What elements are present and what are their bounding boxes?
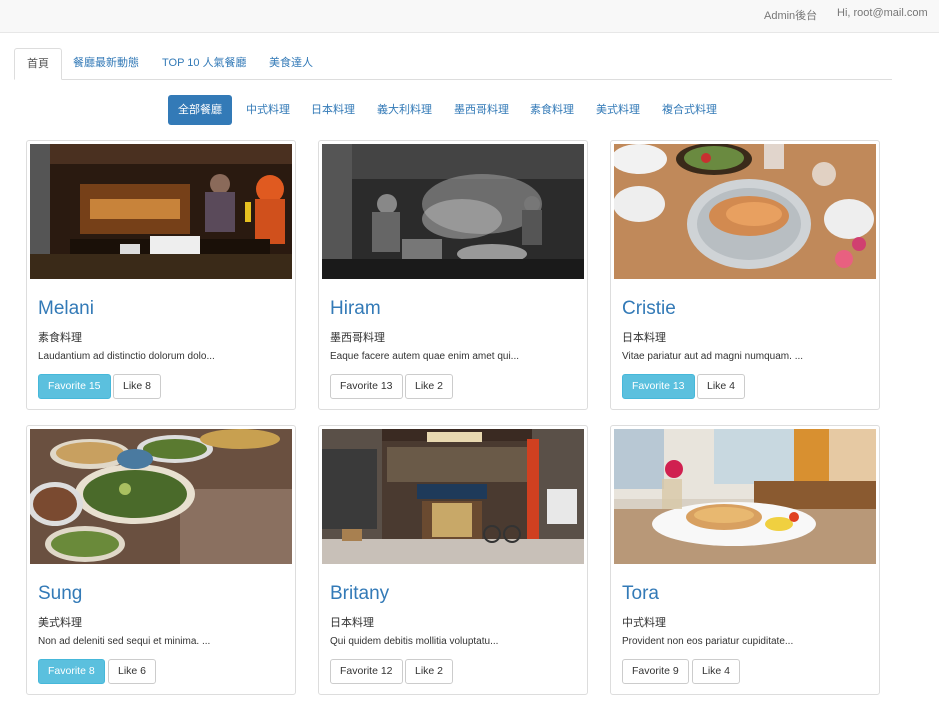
restaurant-description: Non ad deleniti sed sequi et minima. ... [38, 636, 211, 647]
restaurant-name[interactable]: Britany [330, 583, 389, 605]
tab-users[interactable]: 美食達人 [257, 48, 325, 80]
restaurant-category: 墨西哥料理 [330, 332, 385, 344]
restaurant-photo[interactable] [614, 429, 876, 564]
category-pill-italian[interactable]: 義大利料理 [367, 95, 442, 125]
restaurant-category: 中式料理 [622, 617, 666, 629]
category-pill-mexican[interactable]: 墨西哥料理 [444, 95, 519, 125]
favorite-button[interactable]: Favorite 8 [38, 659, 105, 684]
restaurant-name[interactable]: Hiram [330, 298, 381, 320]
category-pill-all[interactable]: 全部餐廳 [168, 95, 232, 125]
tab-top10[interactable]: TOP 10 人氣餐廳 [150, 48, 259, 80]
restaurant-category: 日本料理 [622, 332, 666, 344]
like-button[interactable]: Like 4 [697, 374, 746, 399]
favorite-button[interactable]: Favorite 13 [622, 374, 695, 399]
restaurant-card: Melani 素食料理 Laudantium ad distinctio dol… [26, 140, 296, 410]
restaurant-category: 日本料理 [330, 617, 374, 629]
top-navbar: Admin後台 Hi, root@mail.com [0, 0, 939, 33]
favorite-button[interactable]: Favorite 9 [622, 659, 689, 684]
user-greeting-link[interactable]: Hi, root@mail.com [837, 7, 928, 19]
restaurant-name[interactable]: Tora [622, 583, 659, 605]
restaurant-category: 素食料理 [38, 332, 82, 344]
restaurant-photo[interactable] [30, 144, 292, 279]
restaurant-name[interactable]: Melani [38, 298, 94, 320]
favorite-button[interactable]: Favorite 12 [330, 659, 403, 684]
restaurant-description: Vitae pariatur aut ad magni numquam. ... [622, 351, 804, 362]
tab-feeds[interactable]: 餐廳最新動態 [61, 48, 151, 80]
restaurant-photo[interactable] [322, 429, 584, 564]
like-button[interactable]: Like 6 [108, 659, 157, 684]
restaurant-name[interactable]: Cristie [622, 298, 676, 320]
like-button[interactable]: Like 2 [405, 374, 454, 399]
category-pill-fusion[interactable]: 複合式料理 [652, 95, 727, 125]
restaurant-photo[interactable] [322, 144, 584, 279]
restaurant-description: Laudantium ad distinctio dolorum dolo... [38, 351, 215, 362]
favorite-button[interactable]: Favorite 15 [38, 374, 111, 399]
category-pill-american[interactable]: 美式料理 [586, 95, 650, 125]
restaurant-photo[interactable] [30, 429, 292, 564]
restaurant-category: 美式料理 [38, 617, 82, 629]
admin-link[interactable]: Admin後台 [764, 7, 817, 23]
category-pill-japanese[interactable]: 日本料理 [301, 95, 365, 125]
restaurant-card: Cristie 日本料理 Vitae pariatur aut ad magni… [610, 140, 880, 410]
favorite-button[interactable]: Favorite 13 [330, 374, 403, 399]
like-button[interactable]: Like 4 [692, 659, 741, 684]
like-button[interactable]: Like 2 [405, 659, 454, 684]
restaurant-photo[interactable] [614, 144, 876, 279]
restaurant-description: Provident non eos pariatur cupiditate... [622, 636, 794, 647]
restaurant-description: Qui quidem debitis mollitia voluptatu... [330, 636, 499, 647]
restaurant-name[interactable]: Sung [38, 583, 82, 605]
tab-home[interactable]: 首頁 [14, 48, 62, 80]
restaurant-description: Eaque facere autem quae enim amet qui... [330, 351, 520, 362]
category-pill-vegetarian[interactable]: 素食料理 [520, 95, 584, 125]
main-tabs: 首頁 餐廳最新動態 TOP 10 人氣餐廳 美食達人 [14, 48, 892, 80]
restaurant-card: Hiram 墨西哥料理 Eaque facere autem quae enim… [318, 140, 588, 410]
restaurant-card: Britany 日本料理 Qui quidem debitis mollitia… [318, 425, 588, 695]
restaurant-card: Sung 美式料理 Non ad deleniti sed sequi et m… [26, 425, 296, 695]
category-pill-chinese[interactable]: 中式料理 [236, 95, 300, 125]
restaurant-card: Tora 中式料理 Provident non eos pariatur cup… [610, 425, 880, 695]
like-button[interactable]: Like 8 [113, 374, 162, 399]
